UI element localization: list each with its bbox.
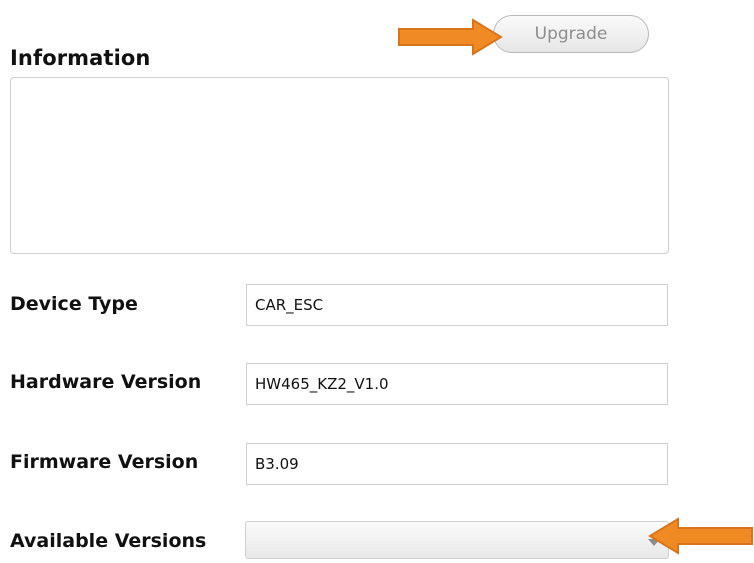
information-textarea[interactable]: [10, 77, 669, 254]
hardware-version-label: Hardware Version: [10, 371, 202, 393]
available-versions-select[interactable]: [245, 521, 669, 559]
firmware-version-label: Firmware Version: [10, 451, 199, 473]
available-versions-label: Available Versions: [10, 530, 207, 552]
annotation-arrow-upgrade-icon: [398, 18, 503, 56]
device-type-label: Device Type: [10, 293, 138, 315]
right-arrow-icon: [398, 18, 503, 56]
firmware-version-field[interactable]: [246, 443, 668, 485]
annotation-arrow-available-versions-icon: [648, 517, 753, 555]
upgrade-button[interactable]: Upgrade: [493, 15, 649, 53]
device-type-field[interactable]: [246, 284, 668, 326]
hardware-version-field[interactable]: [246, 363, 668, 405]
information-title: Information: [10, 46, 151, 70]
left-arrow-icon: [648, 517, 753, 555]
